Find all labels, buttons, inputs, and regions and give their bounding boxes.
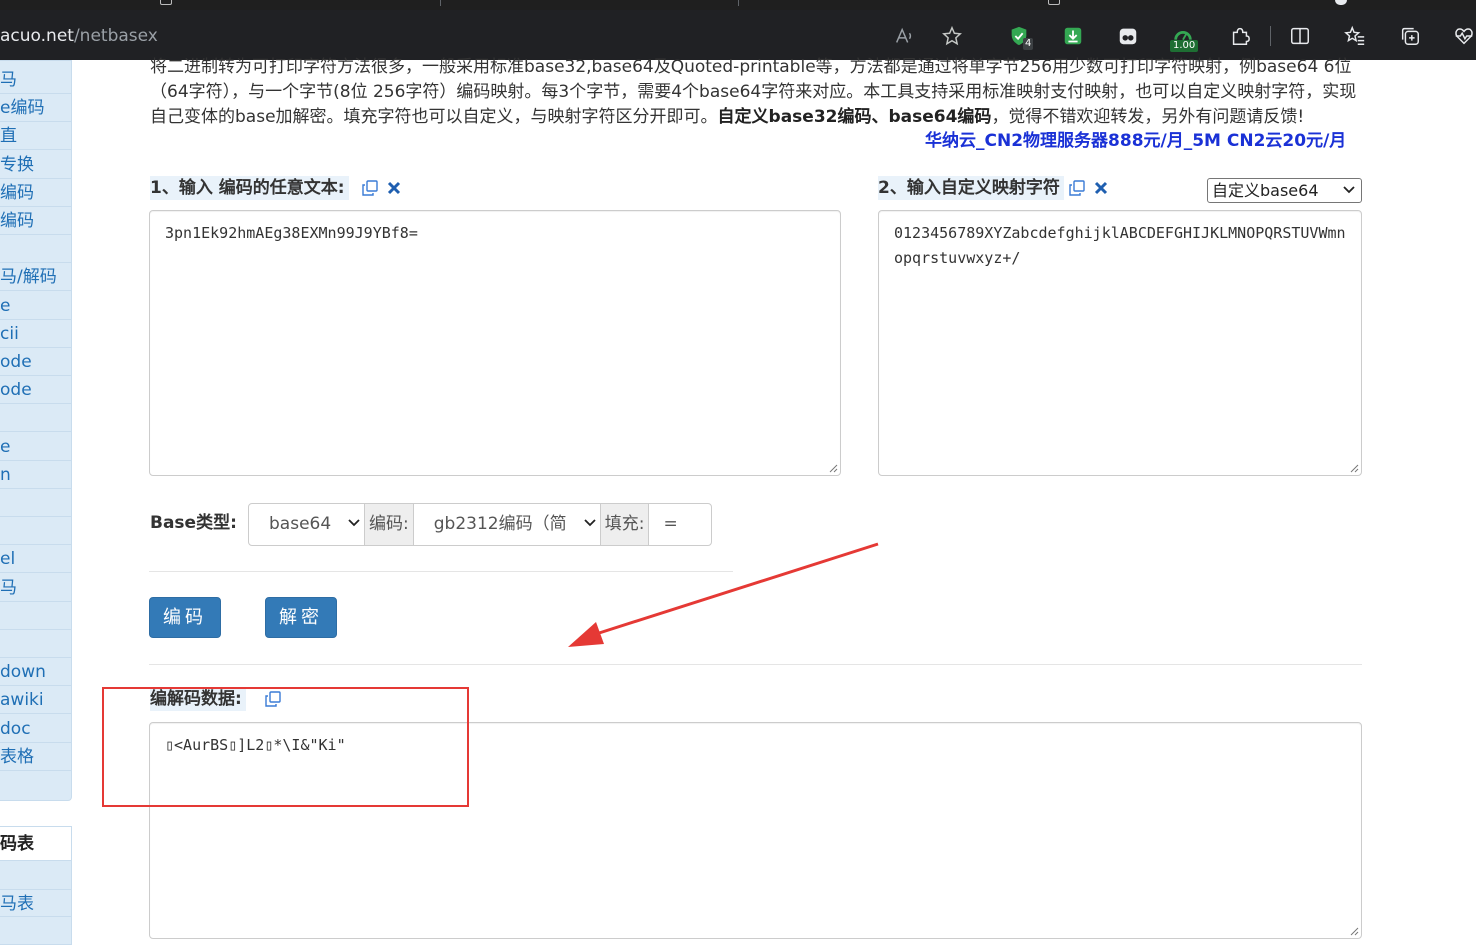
- sidebar-group-code-tables: 码表 马表: [0, 826, 72, 945]
- extension-badge-value: 1.00: [1170, 40, 1199, 52]
- base-type-select[interactable]: base64: [249, 504, 364, 545]
- clear-input-icon[interactable]: [387, 181, 401, 195]
- sidebar-item-code-table[interactable]: 马表: [0, 889, 71, 917]
- collections-icon[interactable]: [1396, 22, 1424, 50]
- address-bar[interactable]: acuo.net/netbasex: [0, 24, 158, 48]
- toolbar-divider: [1270, 26, 1271, 46]
- sidebar-item[interactable]: 马: [0, 574, 71, 602]
- mapping-preset-value: 自定义base64: [1212, 181, 1319, 200]
- sidebar-nav: 马 e编码直专换 编码 编码 马/解码 e cii ode ode e n el 马 down awiki d…: [0, 60, 72, 801]
- sidebar-item[interactable]: n: [0, 461, 71, 489]
- annotation-arrow: [568, 542, 879, 647]
- tab-favicon-icon[interactable]: [160, 0, 172, 5]
- sidebar-item[interactable]: cii: [0, 320, 71, 348]
- ghost-extension-icon[interactable]: [1114, 22, 1142, 50]
- sidebar-item[interactable]: e编码: [0, 94, 71, 123]
- sidebar-item[interactable]: [0, 630, 71, 658]
- padding-input[interactable]: =: [649, 504, 711, 545]
- sidebar-item[interactable]: awiki: [0, 686, 71, 715]
- split-screen-icon[interactable]: [1286, 22, 1314, 50]
- browser-toolbar: acuo.net/netbasex 4 1.00: [0, 0, 1476, 60]
- intro-tail: ，觉得不错欢迎转发，另外有问题请反馈!: [991, 107, 1305, 127]
- encode-button[interactable]: 编码: [149, 597, 221, 638]
- puzzle-extensions-icon[interactable]: [1226, 22, 1254, 50]
- padding-label: 填充:: [599, 504, 650, 545]
- mapping-preset-select[interactable]: 自定义base64: [1207, 178, 1362, 203]
- sidebar-item[interactable]: 专换: [0, 151, 71, 179]
- encoding-value: gb2312编码（简: [433, 514, 567, 534]
- resize-grip-icon[interactable]: [1350, 464, 1359, 473]
- sidebar-item[interactable]: [0, 602, 71, 630]
- sidebar-item[interactable]: 马/解码: [0, 263, 71, 292]
- tab-strip: [0, 0, 1476, 10]
- decode-button[interactable]: 解密: [265, 597, 337, 638]
- encoding-select[interactable]: gb2312编码（简: [414, 504, 600, 545]
- copy-input-icon[interactable]: [361, 179, 379, 197]
- input-label: 1、输入 编码的任意文本:: [150, 176, 349, 200]
- sidebar-group-title: 码表: [0, 827, 71, 861]
- mapping-textarea[interactable]: 0123456789XYZabcdefghijklABCDEFGHIJKLMNO…: [878, 210, 1362, 476]
- read-aloud-icon[interactable]: [890, 22, 918, 50]
- sidebar-item[interactable]: ode: [0, 348, 71, 376]
- resize-grip-icon[interactable]: [1350, 927, 1359, 936]
- sidebar-item[interactable]: down: [0, 658, 71, 687]
- tab-close-icon[interactable]: [1335, 0, 1347, 5]
- divider: [149, 664, 1362, 665]
- sidebar-item[interactable]: e: [0, 433, 71, 461]
- sidebar-item[interactable]: el: [0, 545, 71, 574]
- sidebar-item[interactable]: 马: [0, 66, 71, 94]
- intro-paragraph: 将二进制转为可打印字符方法很多，一般采用标准base32,base64及Quot…: [150, 55, 1360, 130]
- sidebar-item[interactable]: 编码: [0, 207, 71, 235]
- tab-favicon-icon[interactable]: [1048, 0, 1060, 5]
- tab-separator: [738, 0, 739, 6]
- sidebar-item[interactable]: 直: [0, 122, 71, 151]
- sidebar-item[interactable]: [0, 404, 71, 433]
- performance-icon[interactable]: [1450, 22, 1476, 50]
- sidebar-item[interactable]: 表格: [0, 743, 71, 771]
- sidebar-item[interactable]: [0, 489, 71, 517]
- intro-bold: 自定义base32编码、base64编码: [717, 107, 992, 127]
- sidebar-item[interactable]: e: [0, 292, 71, 320]
- mapping-label: 2、输入自定义映射字符: [878, 176, 1064, 200]
- url-path: /netbasex: [73, 26, 158, 46]
- url-host: acuo.net: [0, 26, 74, 46]
- base-type-label: Base类型:: [150, 513, 237, 533]
- annotation-highlight-box: [102, 687, 469, 807]
- encoding-label: 编码:: [364, 504, 414, 545]
- sidebar-item[interactable]: 编码: [0, 179, 71, 207]
- input-textarea[interactable]: 3pn1Ek92hmAEg38EXMn99J9YBf8=: [149, 210, 841, 476]
- chevron-down-icon: [348, 519, 360, 527]
- mapping-text: 0123456789XYZabcdefghijklABCDEFGHIJKLMNO…: [894, 224, 1346, 267]
- chevron-down-icon: [584, 519, 596, 527]
- chevron-down-icon: [1343, 186, 1355, 194]
- favorites-list-icon[interactable]: [1341, 22, 1369, 50]
- resize-grip-icon[interactable]: [829, 464, 838, 473]
- sidebar-item[interactable]: [0, 235, 71, 264]
- copy-mapping-icon[interactable]: [1068, 179, 1086, 197]
- sidebar-item[interactable]: [0, 517, 71, 546]
- sidebar-item[interactable]: doc: [0, 715, 71, 743]
- favorite-star-icon[interactable]: [938, 22, 966, 50]
- sidebar-item[interactable]: ode: [0, 376, 71, 405]
- tab-separator: [440, 0, 441, 6]
- download-extension-icon[interactable]: [1059, 22, 1087, 50]
- base-type-value: base64: [269, 514, 332, 534]
- ad-link[interactable]: 华纳云_CN2物理服务器888元/月_5M CN2云20元/月: [925, 129, 1346, 153]
- extension-badge-count: 4: [1023, 38, 1034, 50]
- clear-mapping-icon[interactable]: [1094, 181, 1108, 195]
- input-text: 3pn1Ek92hmAEg38EXMn99J9YBf8=: [165, 224, 418, 242]
